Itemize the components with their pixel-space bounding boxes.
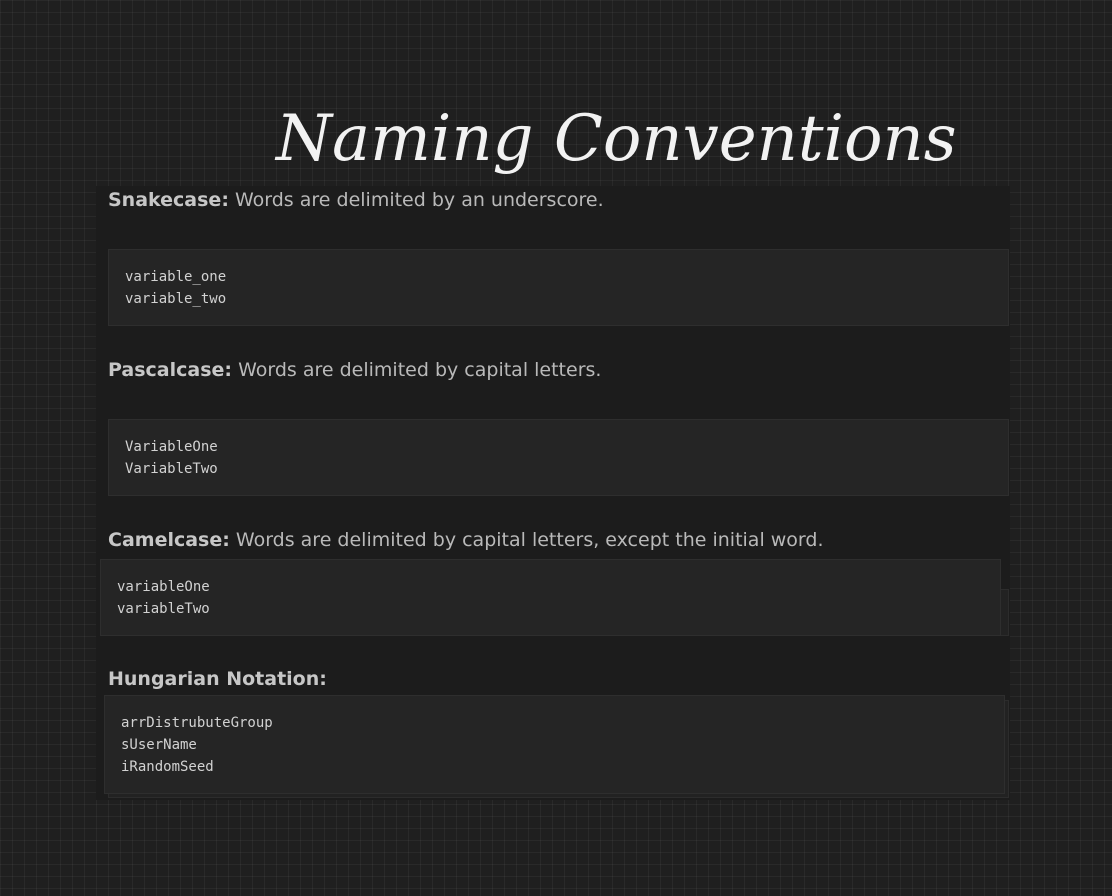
pascalcase-text: Words are delimited by capital letters. bbox=[238, 359, 602, 381]
snakecase-text: Words are delimited by an underscore. bbox=[234, 189, 604, 211]
hungarian-code-block[interactable]: arrDistrubuteGroup sUserName iRandomSeed bbox=[104, 695, 1005, 794]
snakecase-term: Snakecase: bbox=[108, 189, 229, 211]
camelcase-description[interactable]: Camelcase: Words are delimited by capita… bbox=[108, 528, 824, 552]
code-line: variableOne bbox=[117, 579, 210, 595]
camelcase-text: Words are delimited by capital letters, … bbox=[235, 529, 824, 551]
camelcase-term: Camelcase: bbox=[108, 529, 230, 551]
code-line: iRandomSeed bbox=[121, 759, 214, 775]
code-line: VariableOne bbox=[125, 439, 218, 455]
snakecase-description[interactable]: Snakecase: Words are delimited by an und… bbox=[108, 188, 604, 212]
handwritten-title[interactable]: Naming Conventions bbox=[274, 92, 957, 184]
code-line: sUserName bbox=[121, 737, 197, 753]
snakecase-code-block[interactable]: variable_one variable_two bbox=[108, 249, 1009, 326]
code-line: variableTwo bbox=[117, 601, 210, 617]
pascalcase-description[interactable]: Pascalcase: Words are delimited by capit… bbox=[108, 358, 601, 382]
code-line: variable_two bbox=[125, 291, 227, 307]
pascalcase-code-block[interactable]: VariableOne VariableTwo bbox=[108, 419, 1009, 496]
code-line: arrDistrubuteGroup bbox=[121, 715, 273, 731]
code-line: variable_one bbox=[125, 269, 227, 285]
title-svg: Naming Conventions bbox=[274, 102, 957, 176]
title-text: Naming Conventions bbox=[274, 102, 957, 176]
hungarian-term: Hungarian Notation: bbox=[108, 668, 327, 690]
camelcase-code-block[interactable]: variableOne variableTwo bbox=[100, 559, 1001, 636]
code-line: VariableTwo bbox=[125, 461, 218, 477]
hungarian-description[interactable]: Hungarian Notation: bbox=[108, 667, 327, 691]
pascalcase-term: Pascalcase: bbox=[108, 359, 233, 381]
